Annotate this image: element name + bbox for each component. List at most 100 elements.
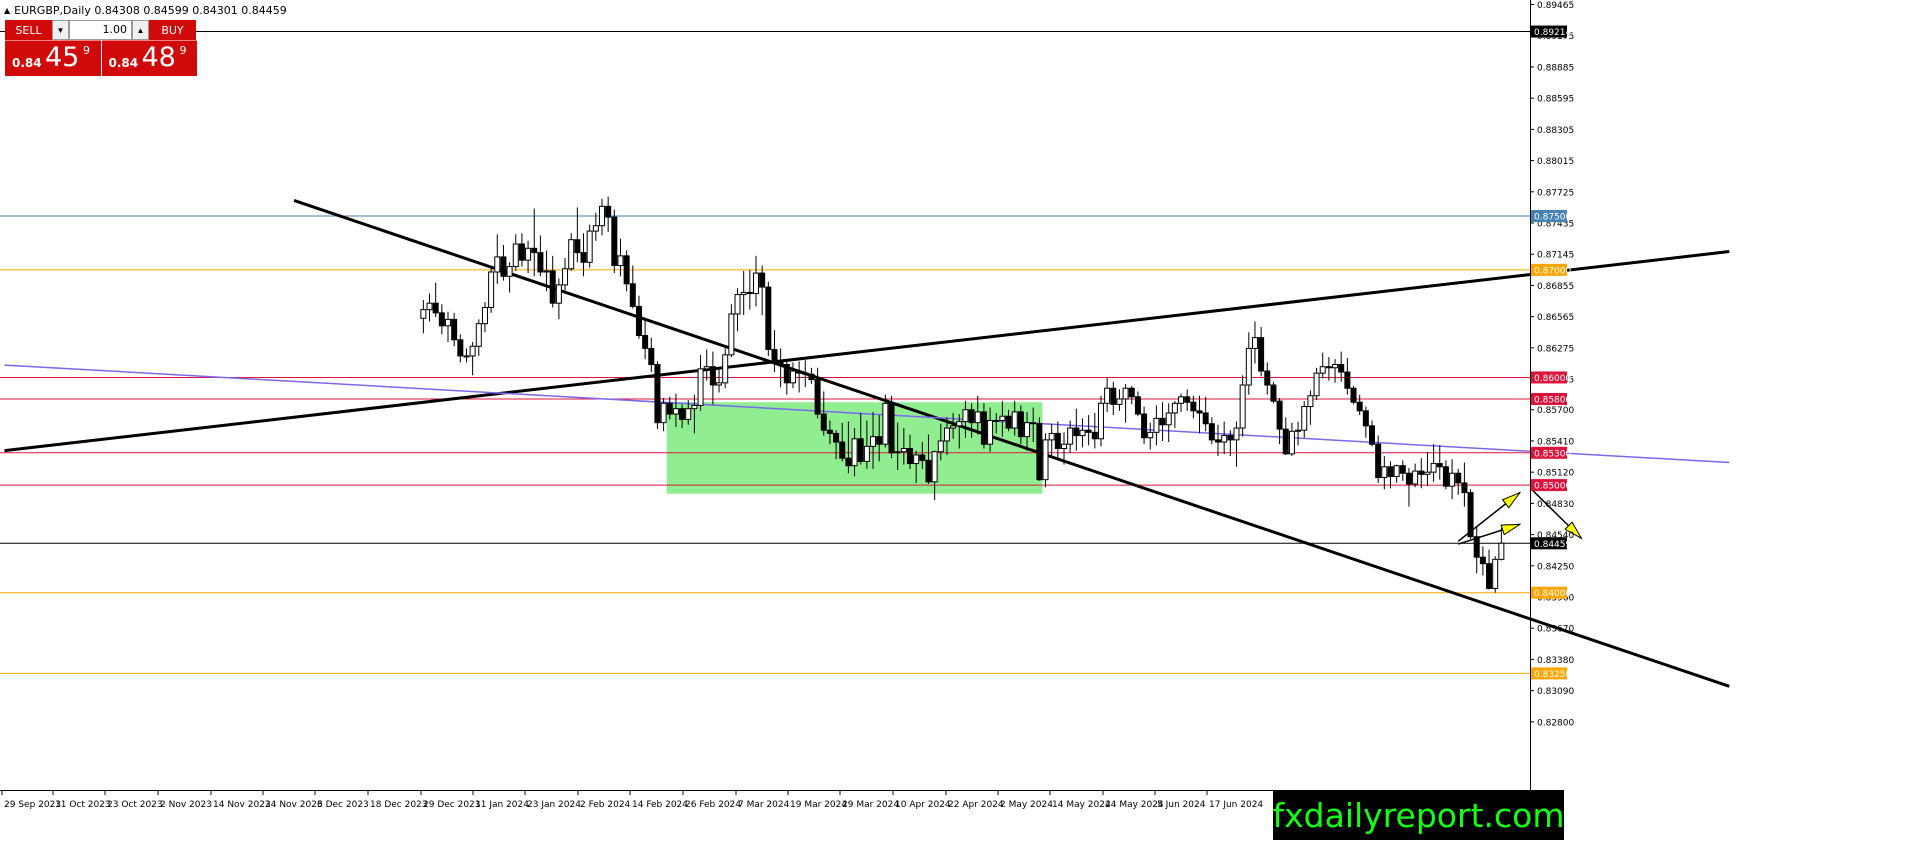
candle-body [1122,387,1129,400]
candle-body [635,305,642,336]
candle-body [1455,472,1462,484]
candle-body [1338,364,1345,373]
candle-body [950,425,957,429]
candle-body [789,370,796,384]
price-tick-label: 0.88595 [1537,95,1574,105]
candle-body [765,286,772,350]
candle-body [956,421,963,427]
candle-body [555,284,562,304]
candle-body [1270,384,1277,402]
candle-body [1147,431,1154,439]
candle-body [500,256,507,277]
candle-body [611,216,618,267]
candle-body [740,291,747,296]
candle-body [993,420,1000,423]
candle-body [562,268,569,286]
candle-body [722,354,729,384]
candle-body [1178,396,1185,404]
candle-body [1449,472,1456,487]
candle-body [1011,411,1018,429]
level-price-label: 0.84459 [1534,540,1571,550]
candle-body [1307,395,1314,408]
candle-body [759,272,766,288]
candle-body [1430,463,1437,473]
candle-body [660,402,667,424]
level-price-label: 0.85300 [1534,449,1571,459]
sell-price-button[interactable]: 0.84 45 9 [5,40,101,76]
candle-body [1319,366,1326,374]
candle-body [987,420,994,445]
candle-body [1251,337,1258,349]
level-price-label: 0.89214 [1534,28,1571,38]
candle-body [568,239,575,270]
candle-body [746,291,753,295]
candle-body [845,457,852,467]
candle-body [481,307,488,325]
candle-body [1258,337,1265,372]
candle-body [1356,401,1363,412]
time-tick-label: 26 Feb 2024 [685,800,741,810]
candle-body [629,283,636,307]
candle-body [1276,400,1283,430]
candle-body [1405,472,1412,485]
candle-body [999,415,1006,422]
candle-body [1418,470,1425,475]
time-tick-label: 14 Nov 2023 [213,800,271,810]
candle-body [1061,443,1067,449]
candle-body [1221,435,1228,443]
sell-button-label[interactable]: SELL [5,20,52,40]
candle-body [703,366,710,370]
time-tick-label: 23 Oct 2023 [107,800,163,810]
candle-body [1153,417,1160,433]
candle-body [617,255,624,267]
candle-body [974,411,981,424]
candle-body [882,402,889,445]
buy-price-button[interactable]: 0.84 48 9 [101,40,197,76]
sell-price-pips: 45 [45,42,80,73]
candle-body [1215,439,1221,443]
candle-body [1295,429,1302,432]
candle-body [1313,372,1320,397]
candle-body [1190,401,1197,412]
one-click-trading-panel: SELL ▼ 1.00 ▲ BUY 0.84 45 9 0.84 48 9 [5,20,198,76]
candle-body [679,408,686,420]
candle-body [1128,387,1135,398]
candle-body [907,447,913,465]
level-price-label: 0.83250 [1534,670,1571,680]
buy-button-label[interactable]: BUY [149,20,196,40]
time-tick-label: 29 Sep 2023 [4,800,61,810]
candle-body [1036,423,1043,481]
collapse-triangle-icon[interactable]: ▲ [4,6,10,15]
candle-body [802,372,809,375]
price-tick-label: 0.87725 [1537,188,1574,198]
price-chart[interactable]: 0.894650.891750.888850.885950.883050.880… [0,0,1912,855]
price-tick-label: 0.83670 [1537,625,1574,635]
level-price-label: 0.85800 [1534,395,1571,405]
price-tick-label: 0.84830 [1537,500,1574,510]
candle-body [1171,402,1178,414]
time-tick-label: 14 Feb 2024 [632,800,688,810]
candle-body [925,459,932,483]
time-tick-label: 11 Jan 2024 [475,800,529,810]
time-tick-label: 22 Apr 2024 [948,800,1004,810]
candle-body [420,309,427,319]
candle-body [580,252,587,263]
time-tick-label: 7 Mar 2024 [738,800,790,810]
sell-price-fraction: 9 [83,44,90,57]
time-tick-label: 10 Apr 2024 [895,800,951,810]
price-tick-label: 0.85120 [1537,469,1574,479]
candle-body [1288,430,1295,455]
buy-price-prefix: 0.84 [108,56,139,70]
price-tick-label: 0.88305 [1537,126,1574,136]
candle-body [839,441,846,459]
lot-size-input[interactable]: 1.00 [69,20,132,40]
lot-increase-icon[interactable]: ▲ [132,20,149,40]
lot-decrease-icon[interactable]: ▼ [52,20,69,40]
time-tick-label: 24 Nov 2023 [265,800,323,810]
price-tick-label: 0.85700 [1537,406,1574,416]
candle-body [605,205,612,218]
candle-body [1479,556,1486,565]
watermark-logo: fxdailyreport.com [1273,790,1564,840]
candle-body [592,225,599,232]
candle-body [1332,364,1339,369]
